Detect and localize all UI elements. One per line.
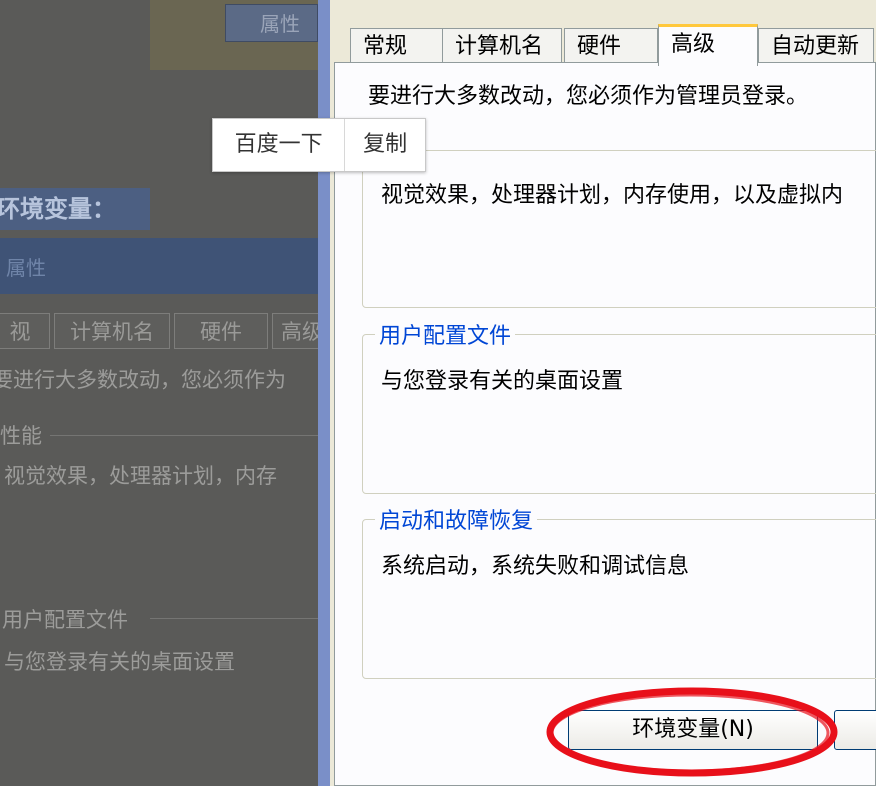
bg-notice: 要进行大多数改动，您必须作为 <box>0 368 286 392</box>
bg-performance-desc: 视觉效果，处理器计划，内存 <box>4 464 277 488</box>
admin-notice: 要进行大多数改动，您必须作为管理员登录。 <box>368 84 809 109</box>
bg-title-bar: 属性 <box>0 238 318 294</box>
bg-properties-button: 属性 <box>225 4 318 42</box>
bg-env-variables-label: 环境变量： <box>0 188 150 230</box>
tab-advanced[interactable]: 高级 <box>658 24 758 66</box>
tab-computer-name[interactable]: 计算机名 <box>442 28 562 62</box>
performance-desc: 视觉效果，处理器计划，内存使用，以及虚拟内 <box>381 183 844 208</box>
environment-variables-button[interactable]: 环境变量(N) <box>568 710 818 750</box>
tab-automatic-updates[interactable]: 自动更新 <box>758 28 874 62</box>
performance-group: 视觉效果，处理器计划，内存使用，以及虚拟内 <box>362 150 876 308</box>
user-profiles-desc: 与您登录有关的桌面设置 <box>381 369 624 394</box>
copy-button[interactable]: 复制 <box>345 119 425 171</box>
bg-performance-label: 性能 <box>0 424 42 448</box>
baidu-search-button[interactable]: 百度一下 <box>213 119 346 171</box>
bg-tab-general: 视 <box>0 313 50 349</box>
bg-profile-desc: 与您登录有关的桌面设置 <box>4 650 235 674</box>
startup-recovery-group: 启动和故障恢复 系统启动，系统失败和调试信息 <box>362 503 876 679</box>
user-profiles-label: 用户配置文件 <box>375 318 516 350</box>
selection-popup: 百度一下 复制 <box>212 118 426 172</box>
bg-tab-computer-name: 计算机名 <box>54 313 170 349</box>
bg-tab-hardware: 硬件 <box>174 313 268 349</box>
bg-profile-label: 用户配置文件 <box>2 608 128 632</box>
tab-strip: 常规 计算机名 硬件 高级 自动更新 <box>330 0 876 66</box>
startup-recovery-desc: 系统启动，系统失败和调试信息 <box>381 554 690 579</box>
bg-tab-advanced: 高级 <box>272 313 318 349</box>
tab-general[interactable]: 常规 <box>350 28 444 62</box>
startup-recovery-label: 启动和故障恢复 <box>375 503 538 535</box>
error-reporting-button[interactable] <box>834 710 876 750</box>
tab-hardware[interactable]: 硬件 <box>564 28 658 62</box>
user-profiles-group: 用户配置文件 与您登录有关的桌面设置 <box>362 318 876 494</box>
